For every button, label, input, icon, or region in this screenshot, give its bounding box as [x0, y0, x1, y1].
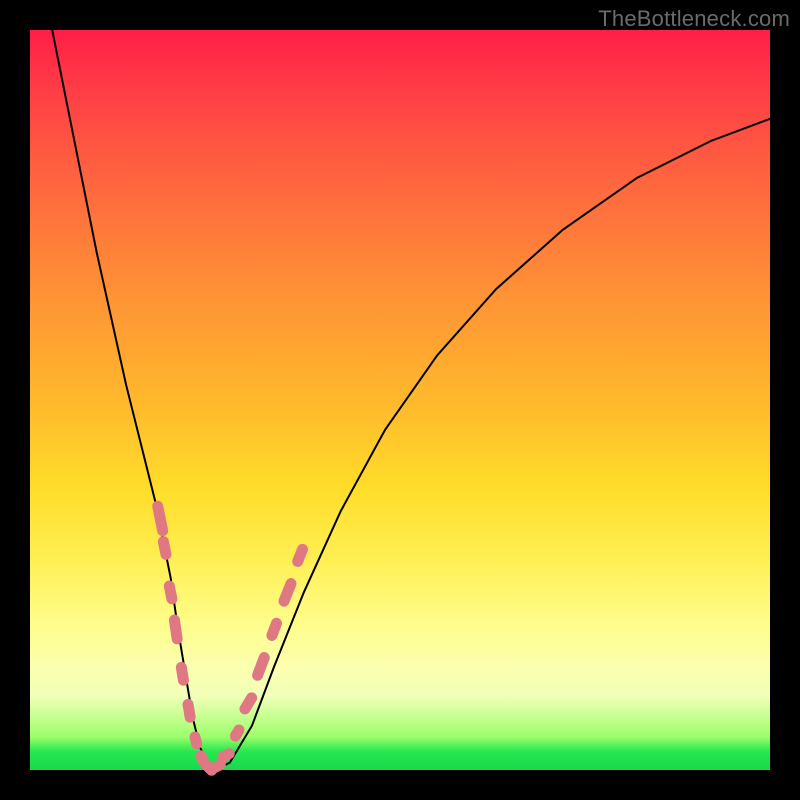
curve-marker: [175, 661, 190, 686]
curve-marker: [163, 580, 178, 606]
plot-area: [30, 30, 770, 770]
curve-marker: [151, 500, 169, 537]
chart-svg: [30, 30, 770, 770]
curve-marker: [250, 650, 271, 682]
curve-marker: [265, 616, 284, 642]
curve-marker: [277, 576, 298, 608]
curve-marker: [182, 698, 197, 723]
curve-marker: [168, 614, 183, 645]
bottleneck-curve: [52, 30, 770, 770]
curve-marker: [291, 542, 310, 568]
watermark-text: TheBottleneck.com: [598, 6, 790, 32]
curve-marker: [157, 535, 172, 561]
outer-frame: TheBottleneck.com: [0, 0, 800, 800]
